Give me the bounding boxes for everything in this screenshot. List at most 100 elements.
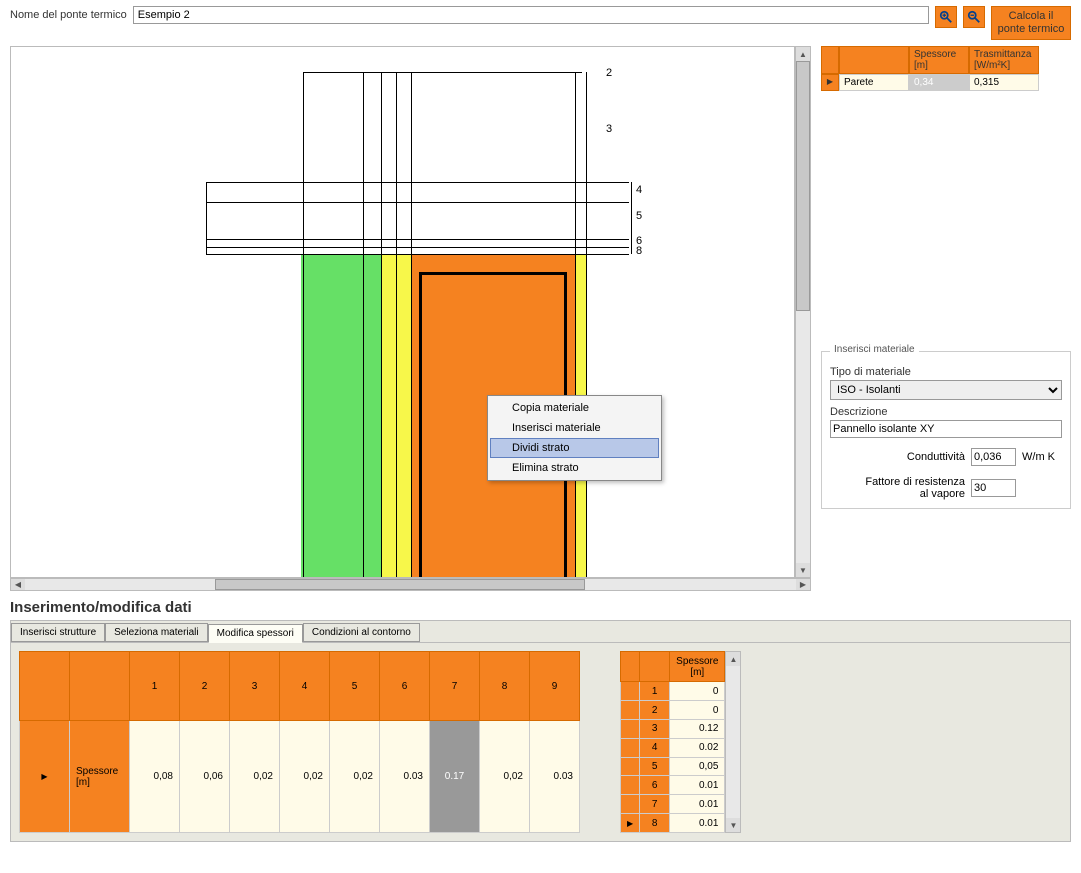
h-cell[interactable]: 0,02: [330, 721, 380, 833]
v-cell[interactable]: 0,05: [670, 757, 725, 776]
scrollbar-thumb[interactable]: [796, 61, 810, 311]
hline: [206, 202, 629, 203]
tipo-label: Tipo di materiale: [830, 366, 1062, 378]
param-spessore[interactable]: 0,34: [909, 74, 969, 91]
cond-label: Conduttività: [830, 451, 965, 463]
v-idx: 3: [640, 719, 670, 738]
vertical-spessore-table[interactable]: Spessore [m] 10 20 30.12 40.02 50,05 60.…: [620, 651, 725, 833]
param-table: Spessore [m] Trasmittanza [W/m²K] ▶ Pare…: [821, 46, 1071, 91]
h-cell[interactable]: 0.03: [530, 721, 580, 833]
hline: [206, 247, 629, 248]
vline: [303, 72, 304, 577]
v-cell[interactable]: 0.01: [670, 795, 725, 814]
row-label: 3: [606, 123, 612, 135]
v-idx: 2: [640, 701, 670, 720]
v-cell[interactable]: 0.01: [670, 814, 725, 833]
h-col: 9: [530, 652, 580, 721]
vertical-scrollbar[interactable]: ▲ ▼: [795, 46, 811, 578]
horizontal-scrollbar[interactable]: ◀ ▶: [10, 578, 811, 591]
row-marker-icon: ▶: [20, 721, 70, 833]
scroll-down-icon[interactable]: ▼: [796, 563, 810, 577]
section-title: Inserimento/modifica dati: [10, 599, 1071, 616]
scroll-right-icon[interactable]: ▶: [796, 579, 810, 590]
row-marker-icon: ▶: [621, 814, 640, 833]
zoom-in-button[interactable]: [935, 6, 957, 28]
v-marker: [621, 738, 640, 757]
v-marker: [621, 701, 640, 720]
h-cell[interactable]: 0,08: [130, 721, 180, 833]
v-cell[interactable]: 0: [670, 682, 725, 701]
v-head: Spessore [m]: [670, 652, 725, 682]
cond-unit: W/m K: [1022, 451, 1062, 463]
zoom-out-icon: [967, 10, 981, 24]
h-cell-selected[interactable]: 0.17: [430, 721, 480, 833]
param-trasm[interactable]: 0,315: [969, 74, 1039, 91]
calc-line1: Calcola il: [1009, 10, 1054, 22]
tab-content: 1 2 3 4 5 6 7 8 9 ▶ Spessore [m] 0,08 0,…: [10, 642, 1071, 842]
tab-modifica-spessori[interactable]: Modifica spessori: [208, 624, 303, 643]
v-idx: 5: [640, 757, 670, 776]
v-corner2: [640, 652, 670, 682]
drawing-canvas[interactable]: 2 3 4 5 6 8 Copia materiale Inserisci ma…: [10, 46, 795, 578]
vline: [575, 72, 576, 577]
v-corner: [621, 652, 640, 682]
h-cell[interactable]: 0,06: [180, 721, 230, 833]
h-corner2: [70, 652, 130, 721]
v-cell[interactable]: 0.12: [670, 719, 725, 738]
vert-table-scrollbar[interactable]: ▲ ▼: [725, 651, 741, 833]
scroll-down-icon[interactable]: ▼: [726, 818, 740, 832]
param-col-name: [839, 46, 909, 74]
menu-item-elimina[interactable]: Elimina strato: [490, 458, 659, 478]
fatt-input[interactable]: [971, 479, 1016, 497]
tab-inserisci-strutture[interactable]: Inserisci strutture: [11, 623, 105, 642]
scroll-up-icon[interactable]: ▲: [726, 652, 740, 666]
h-cell[interactable]: 0,02: [480, 721, 530, 833]
fatt-label: Fattore di resistenzaal vapore: [830, 476, 965, 500]
vline: [631, 182, 632, 254]
tab-seleziona-materiali[interactable]: Seleziona materiali: [105, 623, 208, 642]
scroll-left-icon[interactable]: ◀: [11, 579, 25, 590]
v-cell[interactable]: 0.02: [670, 738, 725, 757]
menu-item-copia[interactable]: Copia materiale: [490, 398, 659, 418]
vline: [411, 72, 412, 577]
hline: [206, 239, 629, 240]
menu-item-inserisci[interactable]: Inserisci materiale: [490, 418, 659, 438]
h-col: 2: [180, 652, 230, 721]
h-cell[interactable]: 0,02: [230, 721, 280, 833]
param-col-trasm: Trasmittanza [W/m²K]: [969, 46, 1039, 74]
material-green: [301, 254, 381, 578]
vline: [363, 72, 364, 577]
h-col: 7: [430, 652, 480, 721]
tipo-select[interactable]: ISO - Isolanti: [830, 380, 1062, 400]
v-idx: 1: [640, 682, 670, 701]
h-col: 6: [380, 652, 430, 721]
hline: [303, 72, 582, 73]
scrollbar-thumb-h[interactable]: [215, 579, 585, 590]
zoom-out-button[interactable]: [963, 6, 985, 28]
v-marker: [621, 757, 640, 776]
row-label: 5: [636, 210, 642, 222]
tab-condizioni-contorno[interactable]: Condizioni al contorno: [303, 623, 420, 642]
horizontal-spessore-table[interactable]: 1 2 3 4 5 6 7 8 9 ▶ Spessore [m] 0,08 0,…: [19, 651, 580, 833]
scroll-up-icon[interactable]: ▲: [796, 47, 810, 61]
v-idx: 4: [640, 738, 670, 757]
v-marker: [621, 795, 640, 814]
v-marker: [621, 776, 640, 795]
param-name[interactable]: Parete: [839, 74, 909, 91]
v-cell[interactable]: 0.01: [670, 776, 725, 795]
v-marker: [621, 682, 640, 701]
menu-item-dividi[interactable]: Dividi strato: [490, 438, 659, 458]
desc-input[interactable]: [830, 420, 1062, 438]
name-input[interactable]: [133, 6, 929, 24]
param-corner: [821, 46, 839, 74]
h-cell[interactable]: 0,02: [280, 721, 330, 833]
h-corner: [20, 652, 70, 721]
calculate-button[interactable]: Calcola il ponte termico: [991, 6, 1071, 40]
vline: [381, 72, 382, 577]
v-cell[interactable]: 0: [670, 701, 725, 720]
v-marker: [621, 719, 640, 738]
tabs: Inserisci strutture Seleziona materiali …: [10, 620, 1071, 642]
h-cell[interactable]: 0.03: [380, 721, 430, 833]
cond-input[interactable]: [971, 448, 1016, 466]
row-marker-icon: ▶: [821, 74, 839, 91]
